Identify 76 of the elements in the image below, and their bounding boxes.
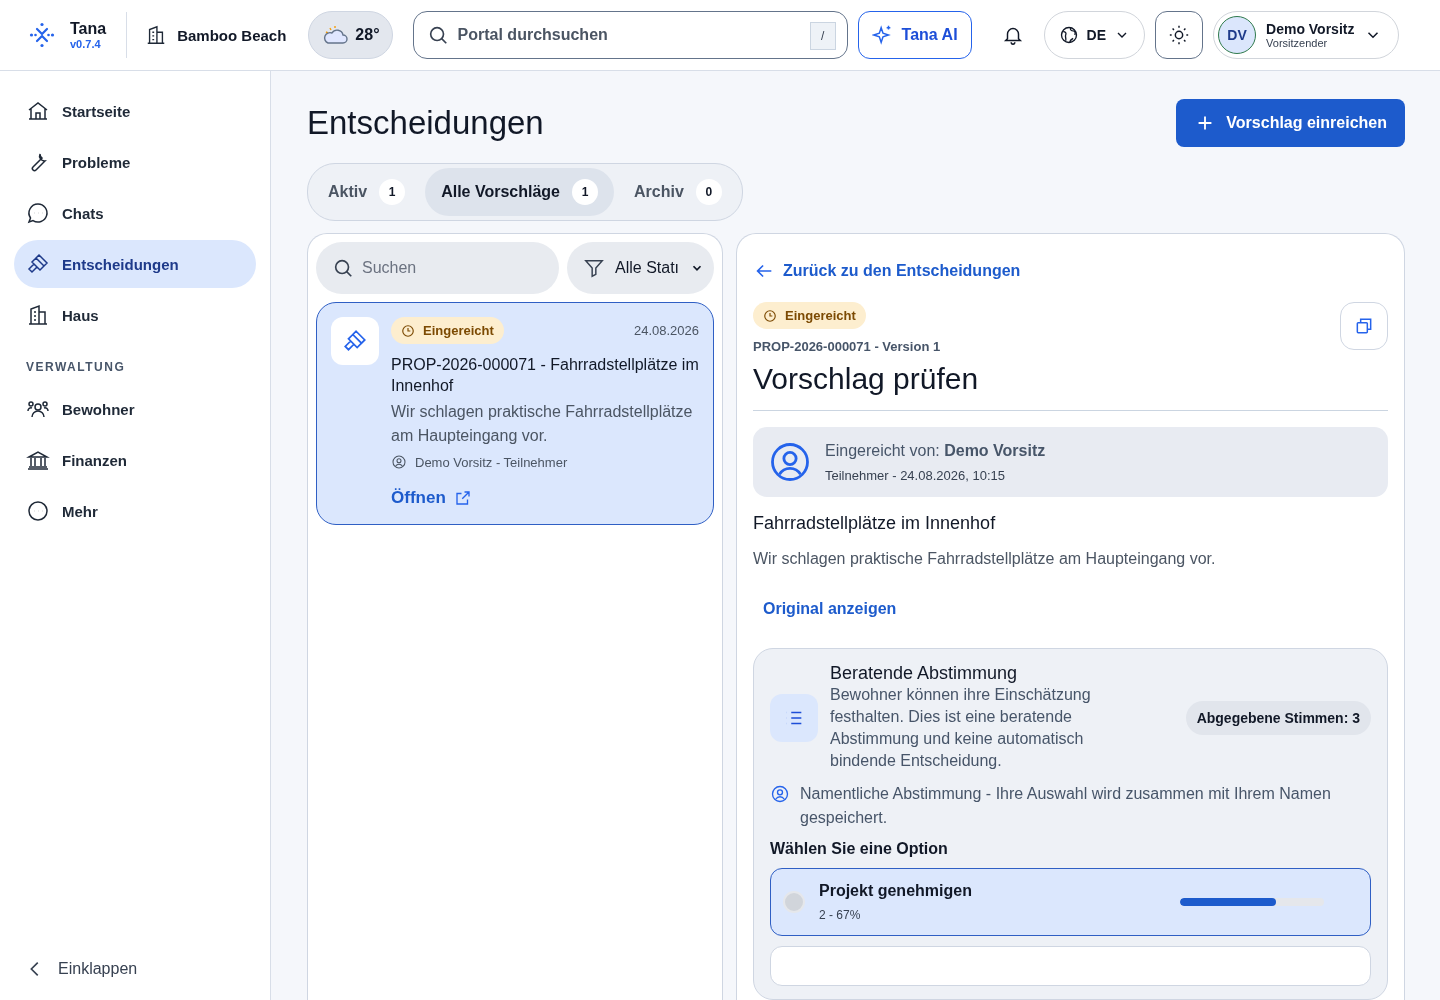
tab-count: 0: [695, 179, 722, 205]
logo-icon: [28, 21, 56, 49]
proposal-description: Wir schlagen praktische Fahrradstellplätze am Haupteingang vor.: [391, 402, 694, 446]
filter-tab[interactable]: Archiv 0: [618, 168, 738, 216]
sidebar-item[interactable]: Chats: [14, 189, 256, 237]
option-result: 2 - 67%: [819, 908, 862, 922]
sidebar-item[interactable]: Haus: [14, 291, 256, 339]
external-link-icon: [453, 489, 472, 507]
proposal-subject: Fahrradstellplätze im Innenhof: [753, 513, 997, 534]
property-selector[interactable]: Bamboo Beach: [145, 24, 299, 46]
status-filter[interactable]: Alle Statı: [567, 242, 714, 294]
copy-icon: [1354, 316, 1374, 336]
user-name: Demo Vorsitz: [1266, 21, 1355, 37]
sidebar-item[interactable]: Bewohner: [14, 385, 256, 433]
vote-notice: Namentliche Abstimmung - Ihre Auswahl wird zusammen mit Ihrem Namen gespeichert.: [800, 784, 1332, 828]
filter-tab[interactable]: Aktiv 1: [312, 168, 422, 216]
vote-title: Beratende Abstimmung: [830, 663, 1019, 684]
sidebar-item[interactable]: Finanzen: [14, 436, 256, 484]
weather-button[interactable]: 28°: [308, 11, 393, 59]
search-field[interactable]: Suchen: [316, 242, 559, 294]
proposal-reference: PROP-2026-000071 - Version 1: [753, 339, 942, 354]
sidebar-item[interactable]: Entscheidungen: [14, 240, 256, 288]
vote-description: Bewohner können ihre Einschätzung festhalten. Dies ist eine beratende Abstimmung und keine automatisch bindende Entscheidung.: [830, 685, 1092, 771]
filter-tab[interactable]: Alle Vorschläge 1: [425, 168, 614, 216]
cloud-sun-icon: [321, 24, 350, 46]
more-icon: [26, 499, 50, 523]
vote-count-badge: Abgegebene Stimmen: 3: [1185, 700, 1371, 735]
home-icon: [26, 99, 50, 123]
user-avatar: DV: [1218, 16, 1257, 54]
proposal-author: Demo Vorsitz - Teilnehmer: [415, 454, 568, 470]
tab-count: 1: [379, 179, 406, 205]
user-icon: [769, 441, 811, 483]
proposal-date: 24.08.2026: [633, 323, 699, 338]
user-icon: [770, 784, 790, 804]
sidebar-item[interactable]: Probleme: [14, 138, 256, 186]
gavel-icon: [331, 317, 379, 365]
filter-icon: [583, 257, 605, 279]
submitter-text: Eingereicht von: Demo Vorsitz: [825, 441, 1046, 460]
proposal-title: PROP-2026-000071 - Fahrradstellplätze im Innenhof: [391, 355, 699, 396]
vote-prompt: Wählen Sie eine Option: [770, 840, 949, 858]
gavel-icon: [26, 252, 50, 276]
section-heading: VERWALTUNG: [25, 359, 127, 376]
open-link[interactable]: Öffnen: [391, 488, 472, 508]
list-icon: [770, 693, 818, 742]
shortcut-key: /: [809, 22, 836, 50]
submitter-meta: Teilnehmer - 24.08.2026, 10:15: [825, 467, 1006, 483]
collapse-button[interactable]: Einklappen: [14, 958, 256, 980]
theme-toggle[interactable]: [1155, 11, 1204, 59]
original-link[interactable]: Original anzeigen: [763, 600, 1388, 618]
sun-icon: [1168, 24, 1191, 46]
tab-count: 1: [572, 179, 598, 205]
proposal-body: Wir schlagen praktische Fahrradstellplätze am Haupteingang vor.: [753, 550, 1217, 568]
bank-icon: [26, 448, 50, 472]
user-role: Vorsitzender: [1266, 37, 1328, 49]
detail-title: Vorschlag prüfen: [753, 362, 979, 396]
ai-button[interactable]: Tana AI: [857, 11, 972, 59]
proposal-card[interactable]: Eingereicht 24.08.2026 PROP-2026-000071 - Fahrradstellplätze im Innenhof Wir schlagen praktische Fahrradstellplätze am Haupteingang vor. Demo Vorsitz - Teilnehmer Öffnen: [316, 302, 714, 525]
user-icon: [391, 454, 407, 470]
back-link[interactable]: Zurück zu den Entscheidungen: [753, 260, 1388, 282]
submit-proposal-button[interactable]: Vorschlag einreichen: [1176, 99, 1405, 147]
chat-icon: [26, 201, 50, 225]
language-selector[interactable]: DE: [1043, 11, 1146, 59]
globe-icon: [1058, 25, 1079, 45]
app-name: Tana: [70, 20, 107, 38]
vote-option[interactable]: Projekt genehmigen 2 - 67%: [770, 868, 1371, 936]
status-badge: Eingereicht: [753, 302, 866, 329]
page-title: Entscheidungen: [307, 104, 544, 142]
building-icon: [26, 303, 50, 327]
sidebar-item[interactable]: Startseite: [14, 87, 256, 135]
user-menu[interactable]: DV Demo Vorsitz Vorsitzender: [1213, 11, 1400, 59]
radio-button[interactable]: [783, 891, 805, 913]
copy-button[interactable]: [1340, 302, 1388, 350]
app-version: v0.7.4: [70, 38, 102, 50]
sidebar-item[interactable]: Mehr: [14, 487, 256, 535]
option-label: Projekt genehmigen: [819, 882, 973, 900]
status-badge: Eingereicht: [391, 317, 504, 344]
